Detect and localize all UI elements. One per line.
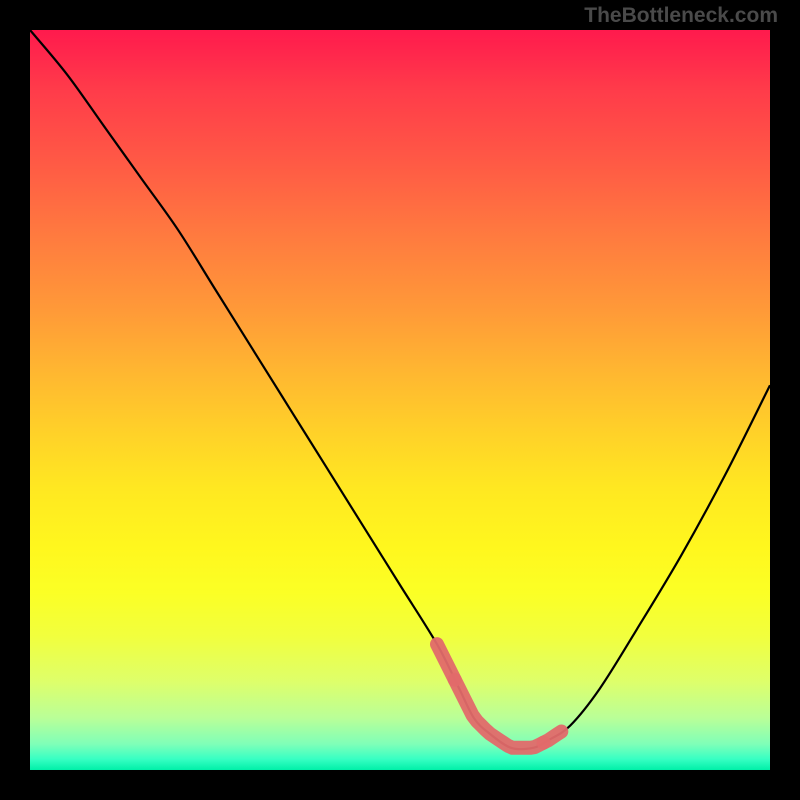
watermark-text: TheBottleneck.com xyxy=(584,4,778,28)
chart-svg xyxy=(30,30,770,770)
bottleneck-curve xyxy=(30,30,770,749)
optimal-marker-right xyxy=(544,732,562,743)
optimal-marker-flat xyxy=(455,680,544,748)
chart-plot-area xyxy=(30,30,770,770)
